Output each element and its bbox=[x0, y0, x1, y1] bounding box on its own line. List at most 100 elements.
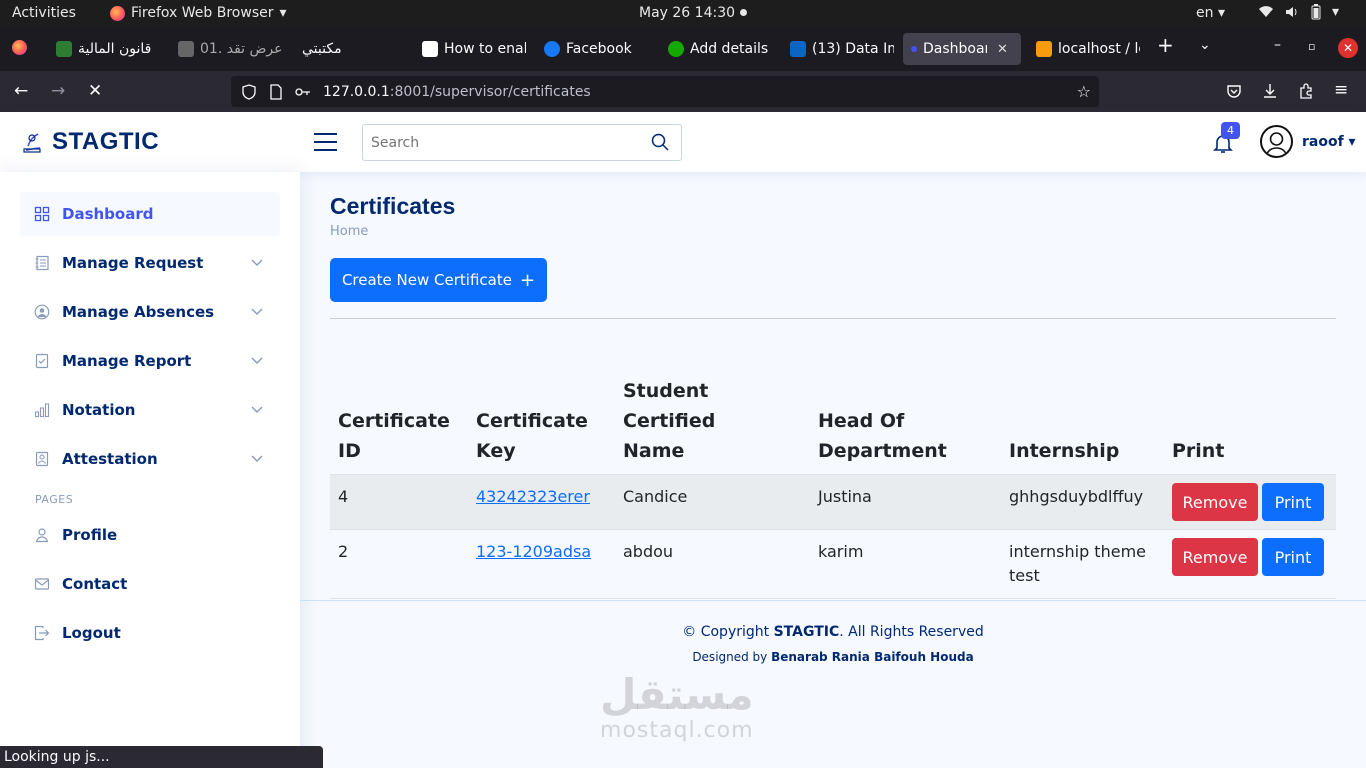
browser-tab[interactable]: Facebook bbox=[536, 33, 648, 65]
pocket-icon[interactable] bbox=[1226, 83, 1242, 99]
url-bar[interactable]: 127.0.0.1:8001/supervisor/certificates ☆ bbox=[231, 76, 1099, 107]
print-button[interactable]: Print bbox=[1262, 538, 1324, 576]
certificate-key-link[interactable]: 43242323erer bbox=[476, 487, 590, 506]
stop-loading-icon[interactable]: ✕ bbox=[88, 81, 102, 101]
sidebar-item-contact[interactable]: Contact bbox=[20, 562, 280, 606]
menu-icon[interactable]: ≡ bbox=[1334, 80, 1348, 100]
cell-head-of-department: Justina bbox=[810, 474, 1001, 530]
sidebar-item-attestation[interactable]: Attestation bbox=[20, 437, 280, 481]
sidebar-heading-pages: PAGES bbox=[35, 493, 74, 506]
tab-strip: قانون المالية 01. عرض تقد مكتبتي How to … bbox=[0, 27, 1366, 71]
clock[interactable]: May 26 14:30 bbox=[639, 5, 735, 21]
extensions-icon[interactable] bbox=[1298, 83, 1314, 99]
shield-icon[interactable] bbox=[241, 83, 257, 100]
tab-label: (13) Data Im bbox=[812, 41, 894, 57]
browser-status-bar: Looking up js... bbox=[0, 746, 323, 768]
browser-tab[interactable]: localhost / lo bbox=[1028, 33, 1140, 65]
download-icon[interactable] bbox=[1262, 83, 1278, 99]
os-top-bar: Activities Firefox Web Browser ▾ May 26 … bbox=[0, 0, 1366, 27]
linkedin-icon bbox=[790, 41, 806, 57]
browser-tab[interactable]: Add details bbox=[660, 33, 776, 65]
forward-icon[interactable]: → bbox=[51, 81, 65, 101]
new-tab-icon[interactable]: + bbox=[1157, 33, 1174, 57]
tab-label: Dashboar bbox=[923, 41, 987, 57]
volume-icon bbox=[1286, 7, 1297, 17]
page-icon[interactable] bbox=[269, 83, 283, 100]
table-header-row: Certificate ID Certificate Key Student Cer… bbox=[330, 372, 1336, 475]
browser-tab-active[interactable]: Dashboar ✕ bbox=[903, 33, 1021, 65]
breadcrumb-home-link[interactable]: Home bbox=[330, 224, 368, 239]
cell-certificate-key: 43242323erer bbox=[468, 474, 615, 530]
logout-icon bbox=[34, 625, 50, 641]
battery-icon bbox=[1311, 4, 1321, 20]
remove-button[interactable]: Remove bbox=[1172, 538, 1258, 576]
tab-label: How to enal bbox=[444, 41, 526, 57]
wifi-icon bbox=[1259, 6, 1273, 17]
tab-favicon-icon bbox=[422, 41, 438, 57]
browser-tab[interactable]: مكتبتي bbox=[294, 33, 404, 65]
firefox-view-icon[interactable] bbox=[12, 40, 27, 55]
tab-label: مكتبتي bbox=[302, 41, 342, 57]
key-icon[interactable] bbox=[295, 84, 311, 100]
list-tabs-icon[interactable]: ⌄ bbox=[1199, 37, 1211, 53]
minimize-icon[interactable]: – bbox=[1274, 37, 1281, 53]
cell-internship: ghhgsduybdlffuy bbox=[1001, 474, 1164, 530]
search-input[interactable] bbox=[363, 134, 633, 151]
search-icon[interactable] bbox=[651, 133, 669, 151]
sidebar-item-manage-request[interactable]: Manage Request bbox=[20, 241, 280, 285]
copyright-prefix: © Copyright bbox=[682, 624, 774, 640]
sidebar-item-logout[interactable]: Logout bbox=[20, 611, 280, 655]
cell-actions: Remove Print bbox=[1164, 474, 1336, 530]
create-certificate-button[interactable]: Create New Certificate + bbox=[330, 258, 547, 302]
browser-tab[interactable]: How to enal bbox=[414, 33, 526, 65]
brand-name: STAGTIC bbox=[52, 128, 160, 155]
sidebar-item-label: Manage Request bbox=[62, 254, 204, 272]
column-header-certificate-id: Certificate ID bbox=[330, 372, 468, 475]
browser-tab[interactable]: قانون المالية bbox=[48, 33, 164, 65]
activities-button[interactable]: Activities bbox=[12, 5, 76, 21]
print-button[interactable]: Print bbox=[1262, 483, 1324, 521]
bookmark-star-icon[interactable]: ☆ bbox=[1077, 82, 1091, 101]
chevron-down-icon bbox=[251, 455, 263, 462]
person-circle-icon bbox=[34, 304, 50, 320]
upwork-icon bbox=[668, 41, 684, 57]
tab-favicon-icon bbox=[911, 46, 917, 52]
sidebar-item-notation[interactable]: Notation bbox=[20, 388, 280, 432]
back-icon[interactable]: ← bbox=[14, 81, 28, 101]
tab-favicon-icon bbox=[178, 41, 194, 57]
cell-certificate-id: 4 bbox=[330, 474, 468, 530]
close-window-icon[interactable]: ✕ bbox=[1338, 38, 1358, 58]
credits-names[interactable]: Benarab Rania Baifouh Houda bbox=[771, 650, 974, 664]
brand-logo[interactable]: STAGTIC bbox=[22, 128, 159, 156]
url-host: 127.0.0.1 bbox=[323, 83, 390, 100]
chevron-down-icon bbox=[251, 357, 263, 364]
credits-prefix: Designed by bbox=[692, 650, 772, 664]
sidebar-item-dashboard[interactable]: Dashboard bbox=[20, 192, 280, 236]
sidebar-item-label: Manage Absences bbox=[62, 303, 215, 321]
sidebar-item-manage-report[interactable]: Manage Report bbox=[20, 339, 280, 383]
url-text[interactable]: 127.0.0.1:8001/supervisor/certificates bbox=[323, 84, 591, 100]
language-selector[interactable]: en ▾ bbox=[1196, 5, 1225, 21]
tab-favicon-icon bbox=[56, 41, 72, 57]
toggle-sidebar-icon[interactable] bbox=[314, 133, 337, 151]
system-menu[interactable]: ▾ bbox=[1258, 4, 1339, 20]
plus-icon: + bbox=[519, 269, 536, 291]
certificate-key-link[interactable]: 123-1209adsa bbox=[476, 542, 591, 561]
browser-tab[interactable]: 01. عرض تقد bbox=[170, 33, 288, 65]
tab-label: Add details bbox=[690, 41, 769, 57]
close-tab-icon[interactable]: ✕ bbox=[997, 42, 1008, 57]
tab-label: قانون المالية bbox=[78, 41, 152, 57]
user-menu-toggle[interactable]: raoof ▾ bbox=[1302, 134, 1356, 150]
chevron-down-icon bbox=[251, 308, 263, 315]
sidebar: Dashboard Manage Request Manage Absences… bbox=[0, 172, 300, 768]
cell-actions: Remove Print bbox=[1164, 529, 1336, 599]
sidebar-item-manage-absences[interactable]: Manage Absences bbox=[20, 290, 280, 334]
app-menu[interactable]: Firefox Web Browser ▾ bbox=[110, 5, 287, 21]
avatar[interactable] bbox=[1260, 125, 1293, 158]
browser-tab[interactable]: (13) Data Im bbox=[782, 33, 894, 65]
language-label: en bbox=[1196, 5, 1214, 21]
user-name: raoof bbox=[1302, 134, 1344, 150]
sidebar-item-profile[interactable]: Profile bbox=[20, 513, 280, 557]
remove-button[interactable]: Remove bbox=[1172, 483, 1258, 521]
maximize-icon[interactable]: ▫ bbox=[1308, 40, 1315, 53]
